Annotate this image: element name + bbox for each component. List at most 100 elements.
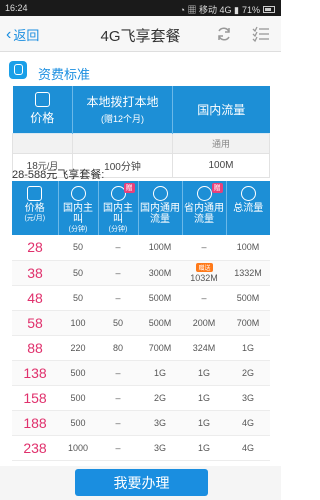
cell-total: 1332M: [226, 260, 270, 286]
bottom-bar: 我要办理: [0, 466, 281, 500]
cell-province-data: –: [182, 285, 226, 311]
cell-province-data: –: [182, 235, 226, 261]
cell-province-data: 1G: [182, 435, 226, 461]
cell-province-data: 324M: [182, 335, 226, 361]
cell-national-data: 500M: [138, 310, 182, 336]
navigation-bar: ‹ 返回 4G飞享套餐: [0, 16, 281, 52]
table-row: 88 220 80 700M 324M 1G: [12, 335, 270, 361]
cell-national-data: 100M: [138, 235, 182, 261]
fee-section-title: 资费标准: [38, 67, 91, 82]
fee-header-row: 价格 本地拨打本地 (赠12个月) 国内流量: [12, 86, 270, 133]
cell-price: 48: [12, 285, 58, 311]
col-header-total-data: 总流量: [226, 181, 270, 235]
cell-national-data: 500M: [138, 285, 182, 311]
cell-calls: 500: [58, 385, 98, 411]
battery-percent: 71%: [241, 4, 260, 15]
cell-national-data: 300M: [138, 260, 182, 286]
cell-province-data: 1G: [182, 360, 226, 386]
cell-province-data: 200M: [182, 310, 226, 336]
cell-calls: 100: [58, 310, 98, 336]
cell-national-data: 2G: [138, 385, 182, 411]
cell-price: 88: [12, 335, 58, 361]
table-row: 58 100 50 500M 200M 700M: [12, 310, 270, 336]
cell-bonus-calls: –: [98, 385, 138, 411]
cell-bonus-calls: 80: [98, 335, 138, 361]
cell-bonus-calls: 50: [98, 310, 138, 336]
col-header-calls: 国内主叫 (分钟): [58, 181, 99, 235]
cell-bonus-calls: –: [98, 260, 138, 286]
table-row: 188 500–3G 1G 4G: [12, 410, 270, 436]
col-header-bonus-calls: 赠 国内主叫 (分钟): [98, 181, 139, 235]
cell-price: 28: [12, 235, 58, 261]
cell-price: 158: [12, 385, 58, 411]
yuan-icon: [34, 92, 50, 108]
table-row: 238 1000–3G 1G 4G: [12, 435, 270, 461]
fee-data: 100M: [172, 152, 270, 178]
package-header-row: 价格 (元/月) 国内主叫 (分钟) 赠 国内主叫 (分钟) 国内通用流量 赠: [12, 181, 270, 235]
cell-bonus-calls: –: [98, 235, 138, 261]
cell-bonus-calls: –: [98, 410, 138, 436]
cell-national-data: 3G: [138, 435, 182, 461]
col-header-price: 价格 (元/月): [12, 181, 59, 235]
cell-price: 38: [12, 260, 58, 286]
data-icon: [152, 186, 168, 201]
cell-total: 700M: [226, 310, 270, 336]
cell-national-data: 1G: [138, 360, 182, 386]
cell-province-data: 1G: [182, 385, 226, 411]
cell-total: 1G: [226, 335, 270, 361]
fee-standard-table: 价格 本地拨打本地 (赠12个月) 国内流量 通用 18元/月 100分钟 10…: [12, 86, 270, 178]
page-title: 4G飞享套餐: [100, 28, 181, 45]
package-title: 28-588元飞享套餐:: [12, 169, 105, 181]
fee-standard-icon: [9, 61, 27, 79]
cell-total: 3G: [226, 385, 270, 411]
fee-section-header: 资费标准: [0, 58, 281, 86]
col-header-province-data: 赠 省内通用流量: [182, 181, 227, 235]
table-row: 38 50–300M 赠送1032M 1332M: [12, 260, 270, 286]
battery-icon: [263, 6, 275, 13]
cell-province-data: 赠送1032M: [182, 260, 226, 286]
cell-total: 500M: [226, 285, 270, 311]
package-table: 价格 (元/月) 国内主叫 (分钟) 赠 国内主叫 (分钟) 国内通用流量 赠: [12, 181, 270, 461]
gift-badge: 赠: [211, 183, 223, 193]
cell-calls: 50: [58, 260, 98, 286]
cell-bonus-calls: –: [98, 435, 138, 461]
fee-data-sub: 通用: [172, 132, 270, 154]
table-row: 138 500–1G 1G 2G: [12, 360, 270, 386]
col-header-national-data: 国内通用流量: [138, 181, 183, 235]
refresh-icon[interactable]: [215, 25, 233, 43]
cell-price: 188: [12, 410, 58, 436]
phone-icon: [70, 186, 86, 201]
status-time: 16:24: [5, 3, 28, 13]
status-bar: 16:24 ◔ ▦ 移动 4G ▮ 71%: [0, 0, 281, 16]
checklist-menu-icon[interactable]: [252, 25, 270, 43]
apply-button[interactable]: 我要办理: [75, 469, 208, 496]
cell-calls: 50: [58, 285, 98, 311]
bonus-badge: 赠送: [196, 262, 213, 272]
cell-calls: 220: [58, 335, 98, 361]
fee-header-local-call: 本地拨打本地 (赠12个月): [72, 86, 173, 133]
table-row: 28 50–100M –100M: [12, 235, 270, 261]
data-icon: [196, 186, 212, 201]
cell-national-data: 3G: [138, 410, 182, 436]
cell-calls: 1000: [58, 435, 98, 461]
cell-calls: 500: [58, 410, 98, 436]
table-row: 158 500–2G 1G 3G: [12, 385, 270, 411]
table-row: 48 50–500M –500M: [12, 285, 270, 311]
cell-calls: 50: [58, 235, 98, 261]
cell-total: 100M: [226, 235, 270, 261]
cell-province-data: 1G: [182, 410, 226, 436]
cell-price: 138: [12, 360, 58, 386]
package-table-body: 28 50–100M –100M 38 50–300M 赠送1032M 1332M 48 50–…: [12, 235, 270, 461]
gift-badge: 赠: [123, 183, 135, 193]
cell-price: 58: [12, 310, 58, 336]
fee-header-price: 价格: [12, 86, 73, 133]
yuan-icon: [27, 186, 43, 201]
cell-total: 4G: [226, 410, 270, 436]
cell-bonus-calls: –: [98, 360, 138, 386]
status-indicators: ◔ ▦ 移动 4G ▮ 71%: [180, 3, 275, 16]
cell-price: 238: [12, 435, 58, 461]
cell-national-data: 700M: [138, 335, 182, 361]
network-indicators: ◔ ▦ 移动 4G ▮: [179, 5, 239, 15]
data-icon: [240, 186, 256, 201]
fee-subheader-row: 通用: [12, 132, 270, 154]
